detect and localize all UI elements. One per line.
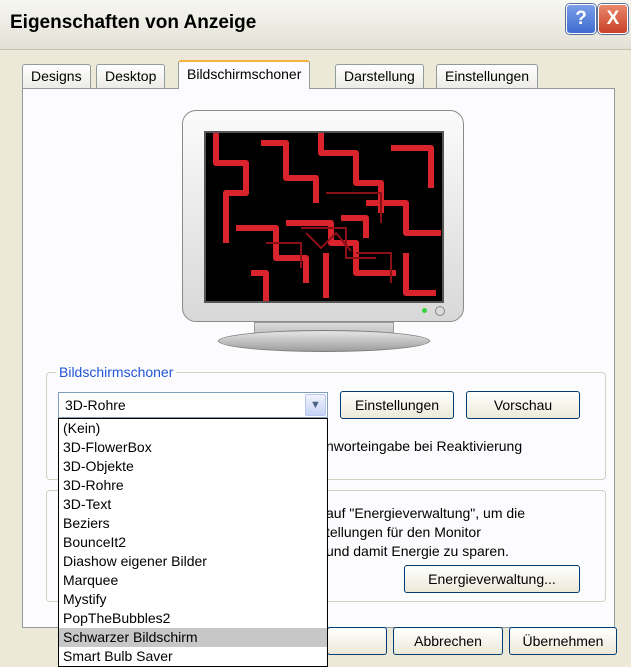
close-button[interactable]: X [598, 4, 628, 34]
screensaver-group-label: Bildschirmschoner [56, 364, 177, 380]
help-button[interactable]: ? [566, 4, 596, 34]
screensaver-select[interactable]: 3D-Rohre ▼ [58, 392, 328, 418]
screensaver-select-value: 3D-Rohre [65, 397, 126, 413]
tab-settings[interactable]: Einstellungen [436, 64, 539, 88]
list-item[interactable]: 3D-Objekte [59, 457, 327, 476]
chevron-down-icon[interactable]: ▼ [305, 394, 326, 416]
list-item[interactable]: Beziers [59, 514, 327, 533]
power-button-icon [435, 306, 445, 316]
power-led [422, 308, 427, 313]
list-item-highlighted[interactable]: Schwarzer Bildschirm [59, 628, 327, 647]
tab-appearance[interactable]: Darstellung [335, 64, 424, 88]
settings-button[interactable]: Einstellungen [340, 391, 454, 419]
pipes-screensaver-preview [213, 133, 441, 301]
cancel-button[interactable]: Abbrechen [393, 627, 503, 655]
list-item[interactable]: BounceIt2 [59, 533, 327, 552]
list-item[interactable]: PopTheBubbles2 [59, 609, 327, 628]
energy-text-line3: und damit Energie zu sparen. [326, 543, 509, 559]
preview-screen [204, 131, 444, 303]
list-item[interactable]: 3D-FlowerBox [59, 438, 327, 457]
list-item[interactable]: 3D-Text [59, 495, 327, 514]
window-title: Eigenschaften von Anzeige [10, 12, 257, 33]
screensaver-dropdown-list: (Kein) 3D-FlowerBox 3D-Objekte 3D-Rohre … [58, 418, 328, 667]
ok-button[interactable] [327, 627, 387, 655]
tab-desktop[interactable]: Desktop [96, 64, 166, 88]
apply-button[interactable]: Übernehmen [509, 627, 617, 655]
list-item[interactable]: 3D-Rohre [59, 476, 327, 495]
list-item[interactable]: Smart Bulb Saver [59, 647, 327, 666]
list-item[interactable]: Diashow eigener Bilder [59, 552, 327, 571]
preview-button[interactable]: Vorschau [466, 391, 580, 419]
tab-designs[interactable]: Designs [22, 64, 91, 88]
list-item[interactable]: (Kein) [59, 419, 327, 438]
energy-text-line1: auf "Energieverwaltung", um die [326, 505, 526, 521]
password-option-text: nworteingabe bei Reaktivierung [326, 438, 523, 454]
energy-text-line2: tellungen für den Monitor [326, 524, 481, 540]
monitor-base [218, 330, 430, 352]
tab-screensaver[interactable]: Bildschirmschoner [178, 60, 311, 89]
list-item[interactable]: Marquee [59, 571, 327, 590]
energy-settings-button[interactable]: Energieverwaltung... [404, 565, 580, 593]
title-bar: Eigenschaften von Anzeige ? X [0, 0, 631, 50]
list-item[interactable]: Mystify [59, 590, 327, 609]
monitor-preview [182, 110, 464, 322]
